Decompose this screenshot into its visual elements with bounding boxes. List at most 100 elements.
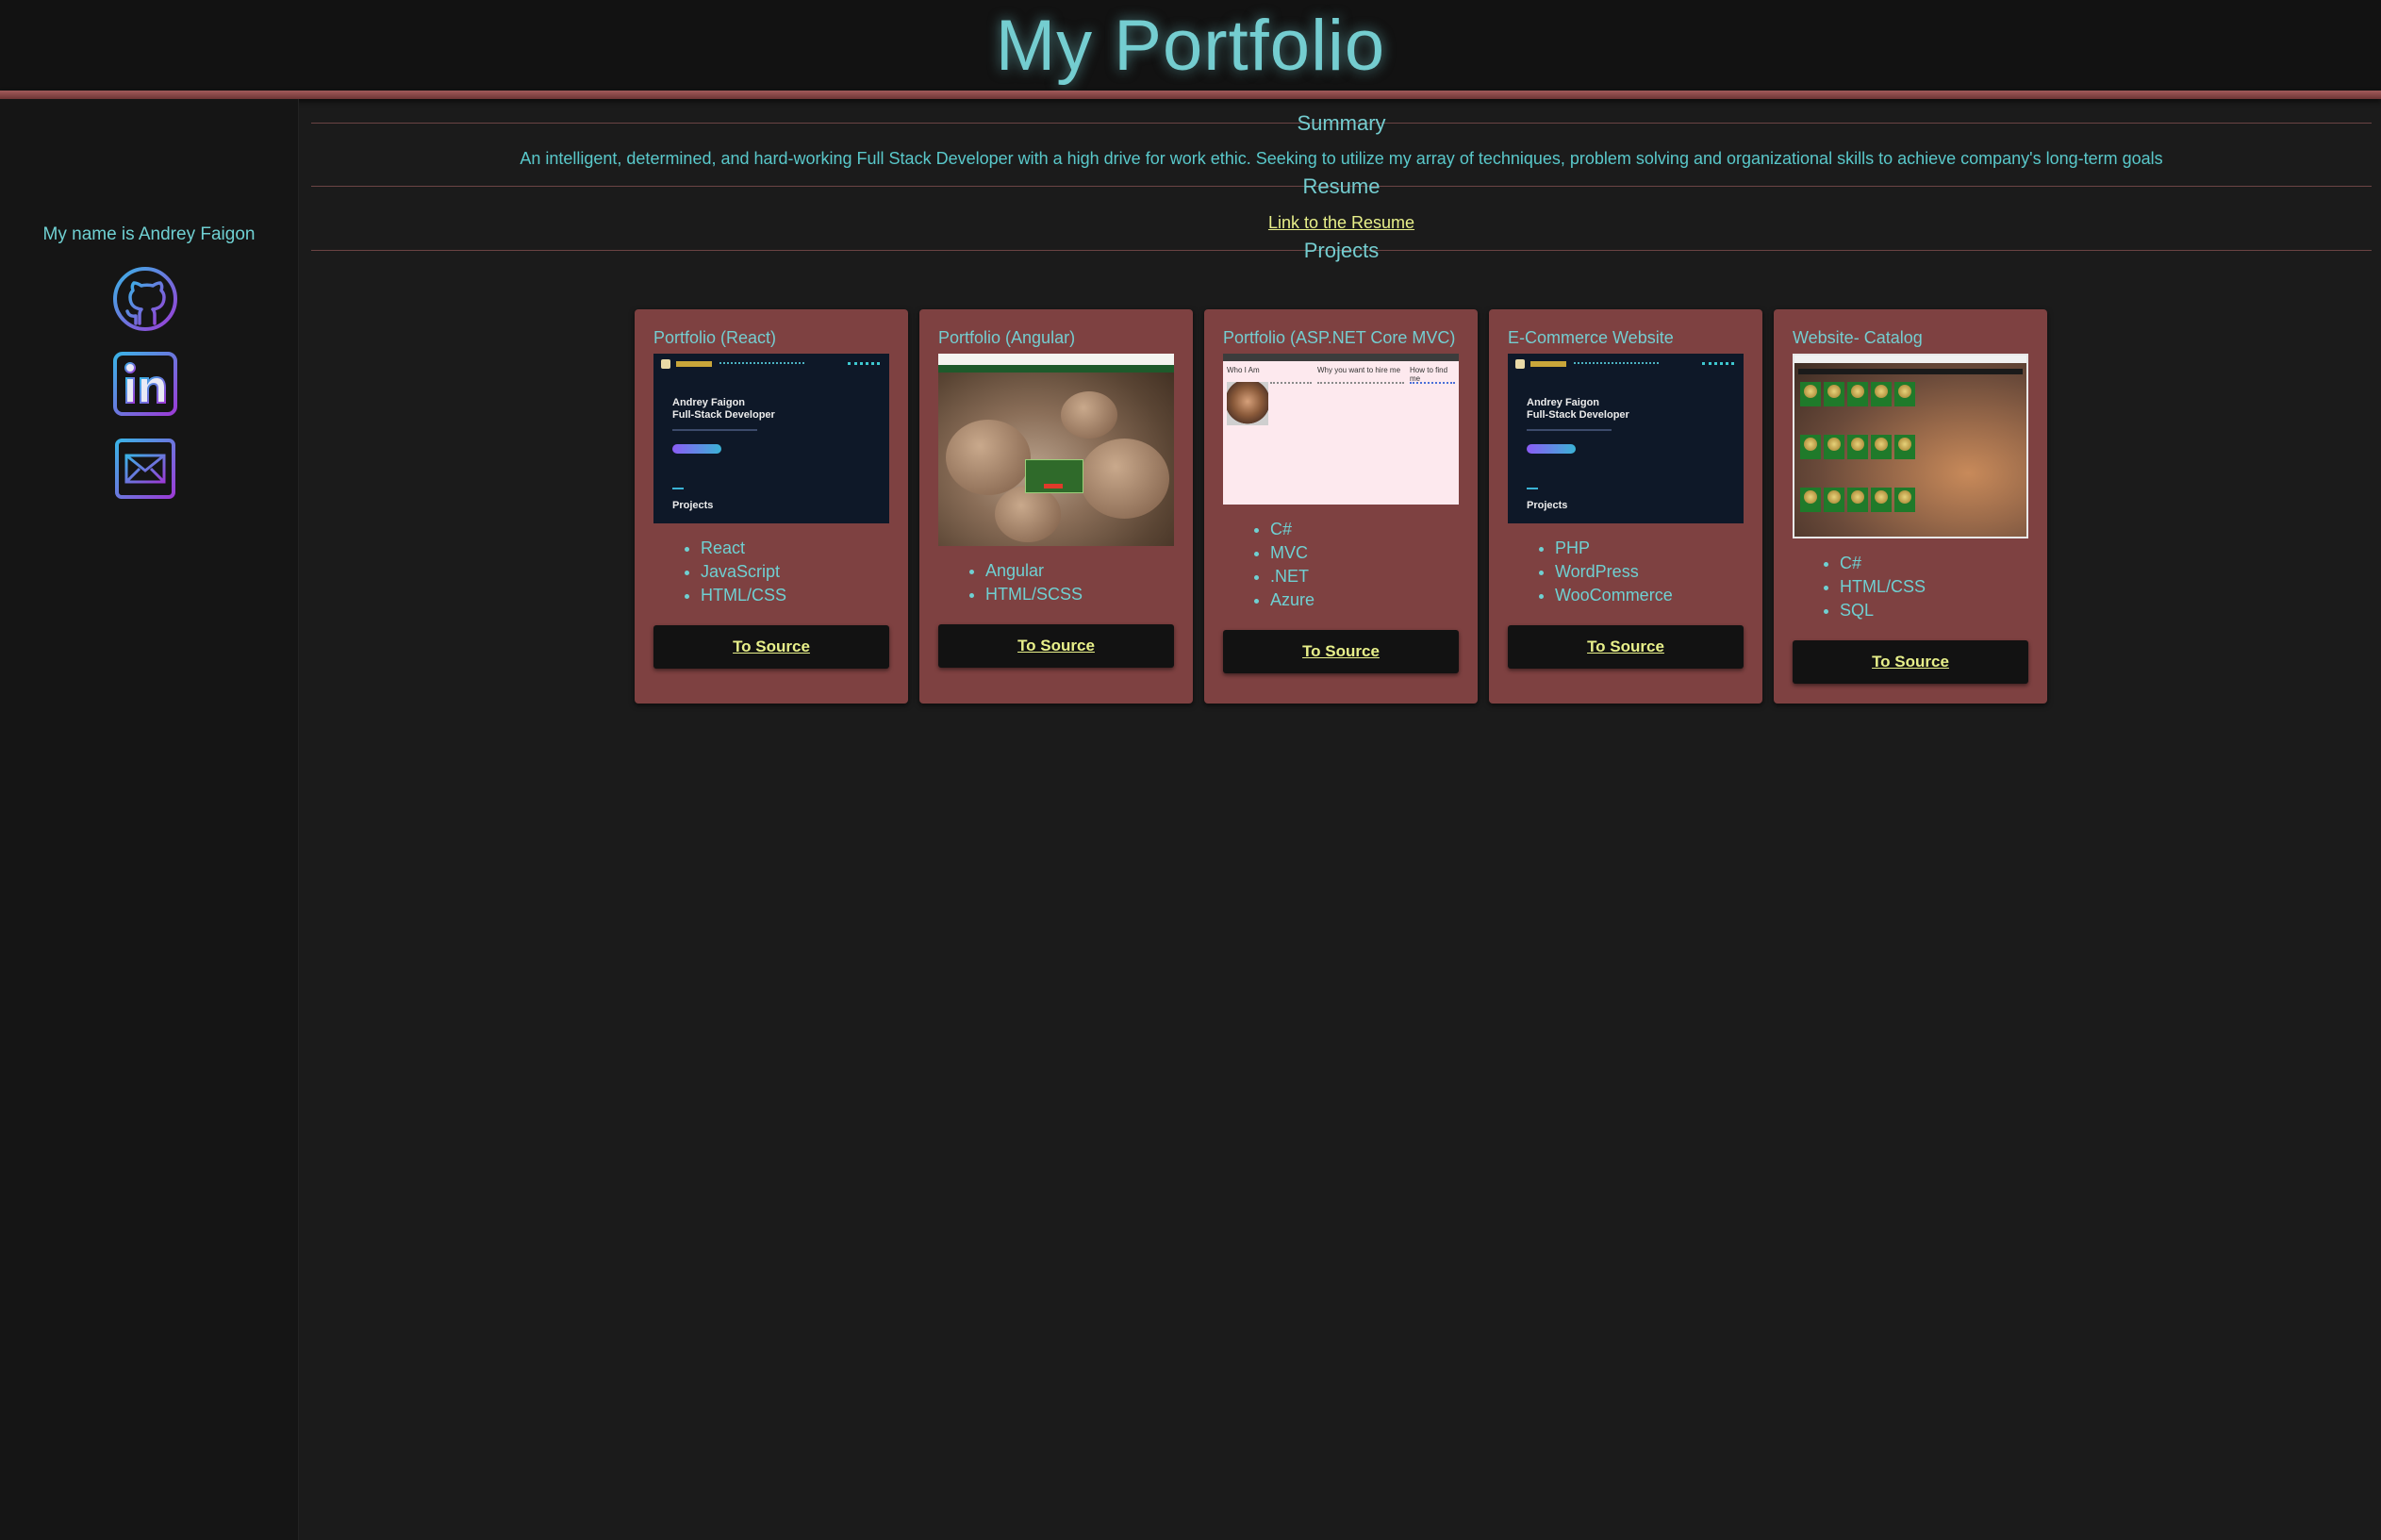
to-source-label: To Source bbox=[1872, 653, 1949, 671]
catalog-tile bbox=[1800, 488, 1821, 512]
catalog-tile bbox=[1800, 435, 1821, 459]
thumb-section-label: Projects bbox=[1527, 500, 1568, 511]
thumb-column-title: Why you want to hire me bbox=[1317, 366, 1401, 374]
resume-link-wrap: Link to the Resume bbox=[311, 214, 2372, 231]
to-source-label: To Source bbox=[1017, 637, 1095, 654]
thumb-text bbox=[1270, 382, 1312, 440]
tech-item: C# bbox=[1840, 552, 2028, 575]
thumb-promo-button bbox=[1044, 484, 1063, 488]
page-title: My Portfolio bbox=[995, 5, 1386, 86]
thumb-heading-line: Full-Stack Developer bbox=[1527, 409, 1629, 421]
thumb-accent bbox=[1527, 488, 1538, 489]
projects-grid: Portfolio (React) Andrey Faigon Full-Sta… bbox=[635, 309, 2047, 704]
project-screenshot[interactable]: Who I Am Why you want to hire me How to … bbox=[1223, 354, 1459, 505]
tech-item: PHP bbox=[1555, 537, 1744, 560]
tech-item: Angular bbox=[985, 559, 1174, 583]
mushroom-image bbox=[1080, 439, 1169, 519]
to-source-button[interactable]: To Source bbox=[1508, 625, 1744, 669]
tech-item: React bbox=[701, 537, 889, 560]
mushroom-image bbox=[995, 486, 1061, 542]
project-screenshot[interactable]: Andrey Faigon Full-Stack Developer Proje… bbox=[1508, 354, 1744, 523]
logo-badge bbox=[1530, 361, 1566, 367]
thumb-column-title: Who I Am bbox=[1227, 366, 1260, 374]
email-icon bbox=[115, 439, 175, 499]
thumb-topbar bbox=[1794, 356, 2026, 363]
tech-item: .NET bbox=[1270, 565, 1459, 588]
thumb-button bbox=[672, 444, 721, 454]
catalog-tile bbox=[1847, 488, 1868, 512]
thumb-section-label: Projects bbox=[672, 500, 714, 511]
summary-title: Summary bbox=[1297, 111, 1386, 135]
project-title: E-Commerce Website bbox=[1508, 328, 1674, 347]
linkedin-link[interactable] bbox=[111, 350, 179, 418]
catalog-tile bbox=[1894, 382, 1915, 406]
summary-text: An intelligent, determined, and hard-wor… bbox=[520, 149, 2163, 168]
catalog-tile bbox=[1871, 435, 1892, 459]
thumb-heading: Andrey Faigon Full-Stack Developer bbox=[1527, 397, 1629, 422]
thumb-heading: Andrey Faigon Full-Stack Developer bbox=[672, 397, 775, 422]
catalog-tile bbox=[1824, 435, 1844, 459]
tech-item: C# bbox=[1270, 518, 1459, 541]
resume-link[interactable]: Link to the Resume bbox=[1268, 213, 1414, 232]
nav-icons bbox=[848, 362, 880, 369]
tech-list: Angular HTML/SCSS bbox=[938, 559, 1174, 606]
thumb-topbar bbox=[938, 354, 1174, 365]
to-source-label: To Source bbox=[1587, 638, 1664, 655]
thumb-heading-line: Full-Stack Developer bbox=[672, 409, 775, 421]
project-card: Website- Catalog C# HTML/CSS SQL bbox=[1774, 309, 2047, 704]
catalog-tile bbox=[1824, 382, 1844, 406]
page-header: My Portfolio bbox=[0, 0, 2381, 91]
thumb-subtitle bbox=[672, 429, 757, 431]
thumb-heading-line: Andrey Faigon bbox=[672, 397, 746, 408]
to-source-button[interactable]: To Source bbox=[653, 625, 889, 669]
profile-photo bbox=[1227, 382, 1268, 425]
main-content: Summary An intelligent, determined, and … bbox=[311, 99, 2372, 261]
resume-title: Resume bbox=[1302, 174, 1381, 198]
project-title: Portfolio (React) bbox=[653, 328, 777, 347]
to-source-label: To Source bbox=[1302, 642, 1380, 660]
catalog-tile bbox=[1800, 382, 1821, 406]
linkedin-icon bbox=[113, 352, 177, 416]
tech-list: C# MVC .NET Azure bbox=[1223, 518, 1459, 612]
thumb-column-title: How to find me bbox=[1410, 366, 1448, 383]
thumb-navbar bbox=[1798, 369, 2023, 374]
logo-badge bbox=[676, 361, 712, 367]
project-title: Portfolio (Angular) bbox=[938, 328, 1076, 347]
project-card: Portfolio (React) Andrey Faigon Full-Sta… bbox=[635, 309, 908, 704]
catalog-tile bbox=[1824, 488, 1844, 512]
catalog-tile bbox=[1847, 382, 1868, 406]
project-card: E-Commerce Website Andrey Faigon Full-St… bbox=[1489, 309, 1762, 704]
project-card: Portfolio (Angular) Angular HTML/SCSS To… bbox=[919, 309, 1193, 704]
thumb-header bbox=[1223, 354, 1459, 361]
catalog-tile bbox=[1847, 435, 1868, 459]
tech-item: MVC bbox=[1270, 541, 1459, 565]
project-screenshot[interactable] bbox=[938, 354, 1174, 546]
mushroom-image bbox=[946, 420, 1031, 495]
thumb-button bbox=[1527, 444, 1576, 454]
catalog-tile bbox=[1894, 488, 1915, 512]
catalog-tile bbox=[1894, 435, 1915, 459]
github-link[interactable] bbox=[111, 265, 179, 333]
nav-links bbox=[719, 362, 804, 367]
to-source-label: To Source bbox=[733, 638, 810, 655]
mushroom-image bbox=[1061, 391, 1117, 439]
thumb-navbar bbox=[938, 365, 1174, 373]
tech-item: Azure bbox=[1270, 588, 1459, 612]
tech-item: WooCommerce bbox=[1555, 584, 1744, 607]
projects-title: Projects bbox=[1303, 239, 1380, 262]
to-source-button[interactable]: To Source bbox=[1793, 640, 2028, 684]
tech-item: HTML/SCSS bbox=[985, 583, 1174, 606]
email-link[interactable] bbox=[111, 435, 179, 503]
tech-list: PHP WordPress WooCommerce bbox=[1508, 537, 1744, 607]
project-screenshot[interactable] bbox=[1793, 354, 2028, 538]
to-source-button[interactable]: To Source bbox=[1223, 630, 1459, 673]
logo bbox=[661, 359, 670, 369]
thumb-subtitle bbox=[1527, 429, 1612, 431]
tech-item: WordPress bbox=[1555, 560, 1744, 584]
thumb-text bbox=[1317, 382, 1404, 469]
project-screenshot[interactable]: Andrey Faigon Full-Stack Developer Proje… bbox=[653, 354, 889, 523]
thumb-links bbox=[1410, 382, 1455, 431]
tech-item: HTML/CSS bbox=[1840, 575, 2028, 599]
tech-item: SQL bbox=[1840, 599, 2028, 622]
to-source-button[interactable]: To Source bbox=[938, 624, 1174, 668]
